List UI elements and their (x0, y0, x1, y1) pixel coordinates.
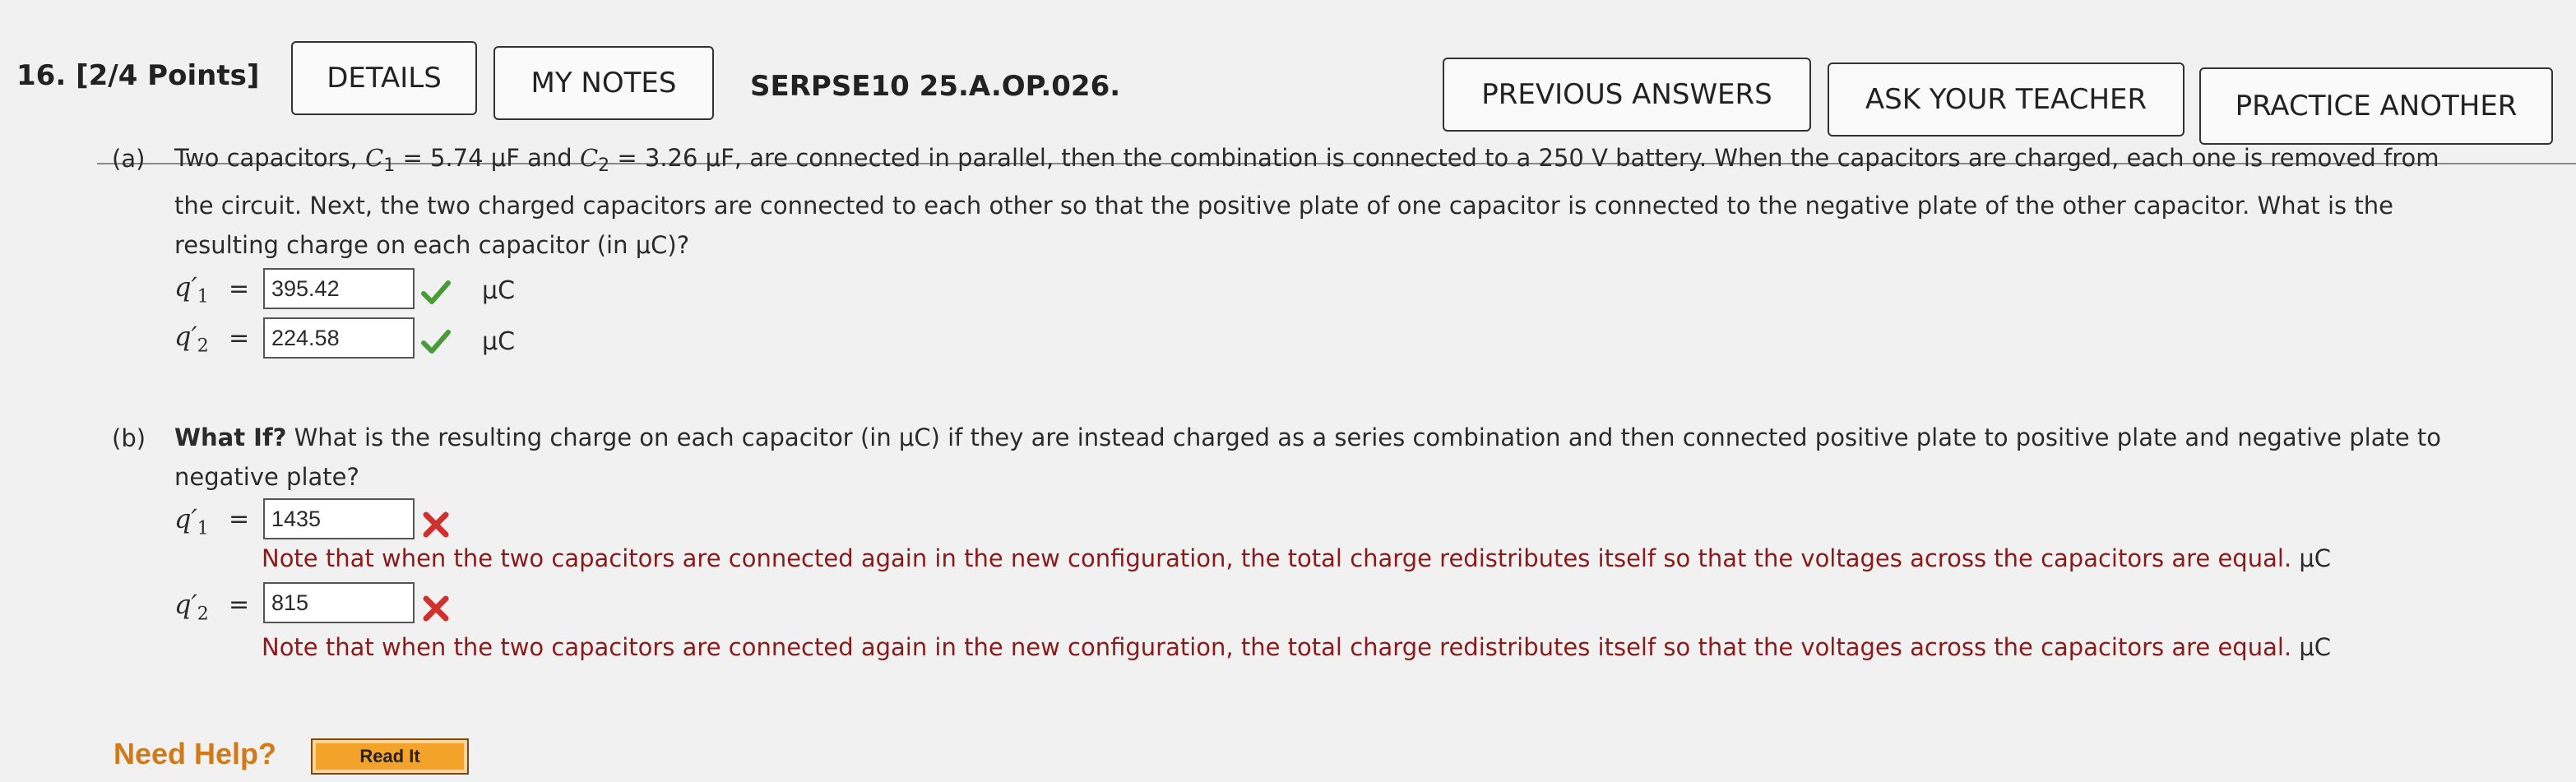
c1-symbol: C (365, 144, 384, 172)
part-a-q2-answer-field[interactable]: 224.58 (263, 317, 415, 359)
c1-value: = 5.74 μF and (395, 144, 580, 172)
points-label: [2/4 Points] (76, 59, 260, 92)
part-a-q2-label: q′2 (174, 321, 209, 356)
equals-sign: = (229, 275, 250, 303)
part-b-q1-label: q′1 (174, 503, 209, 539)
need-help-label: Need Help? (114, 737, 277, 770)
part-a-q1-unit: μC (482, 276, 516, 305)
q2-subscript: 2 (197, 335, 209, 357)
check-icon (421, 280, 451, 304)
feedback-note: Note that when the two capacitors are co… (262, 544, 2292, 572)
part-b-label: (b) (112, 424, 146, 452)
q1-subscript: 1 (197, 286, 209, 308)
part-b-q1-answer-field[interactable]: 1435 (263, 498, 415, 539)
part-b-q2-answer-field[interactable]: 815 (263, 582, 415, 623)
incorrect-x-icon (423, 595, 449, 622)
what-if-label: What If? (174, 423, 287, 451)
q1-subscript: 1 (197, 518, 209, 539)
problem-id: SERPSE10 25.A.OP.026. (750, 70, 1121, 103)
part-b-q2-label: q′2 (174, 589, 209, 624)
check-icon (421, 330, 451, 354)
details-button[interactable]: DETAILS (291, 41, 477, 115)
practice-another-button[interactable]: PRACTICE ANOTHER (2199, 67, 2553, 145)
part-a-q2-unit: μC (482, 327, 516, 356)
equals-sign: = (229, 505, 250, 534)
feedback-note: Note that when the two capacitors are co… (262, 633, 2292, 661)
equals-sign: = (229, 324, 250, 353)
c2-subscript: 2 (598, 155, 610, 176)
part-a-q1-label: q′1 (174, 271, 209, 307)
q2-symbol: q′ (174, 321, 197, 352)
q1-symbol: q′ (174, 503, 197, 534)
part-a-line2: the circuit. Next, the two charged capac… (174, 192, 2393, 220)
part-a-question: Two capacitors, C1 = 5.74 μF and C2 = 3.… (174, 138, 2560, 265)
incorrect-x-icon (423, 511, 449, 538)
part-b-q2-unit: μC (2299, 633, 2332, 661)
part-a-text-prefix: Two capacitors, (174, 144, 366, 172)
part-b-question: What If? What is the resulting charge on… (174, 418, 2560, 497)
part-a-line3: resulting charge on each capacitor (in μ… (174, 231, 690, 259)
q2-symbol: q′ (174, 589, 197, 620)
part-b-q1-unit: μC (2299, 544, 2332, 572)
part-a-q1-answer-field[interactable]: 395.42 (263, 268, 415, 309)
c1-subscript: 1 (383, 155, 396, 176)
question-header: 16. [2/4 Points] (16, 59, 259, 92)
read-it-button[interactable]: Read It (311, 738, 469, 775)
q1-symbol: q′ (174, 271, 197, 303)
c2-value: = 3.26 μF, are connected in parallel, th… (609, 144, 2439, 172)
question-number: 16. (16, 59, 67, 92)
c2-symbol: C (579, 144, 599, 172)
q2-subscript: 2 (197, 604, 209, 625)
my-notes-button[interactable]: MY NOTES (493, 46, 714, 120)
part-b-q1-feedback: Note that when the two capacitors are co… (262, 544, 2331, 572)
equals-sign: = (229, 590, 250, 619)
part-b-line2: negative plate? (174, 463, 359, 491)
ask-your-teacher-button[interactable]: ASK YOUR TEACHER (1828, 62, 2185, 137)
part-b-line1: What is the resulting charge on each cap… (286, 423, 2442, 451)
previous-answers-button[interactable]: PREVIOUS ANSWERS (1443, 58, 1811, 132)
part-b-q2-feedback: Note that when the two capacitors are co… (262, 633, 2331, 661)
part-a-label: (a) (112, 145, 146, 173)
